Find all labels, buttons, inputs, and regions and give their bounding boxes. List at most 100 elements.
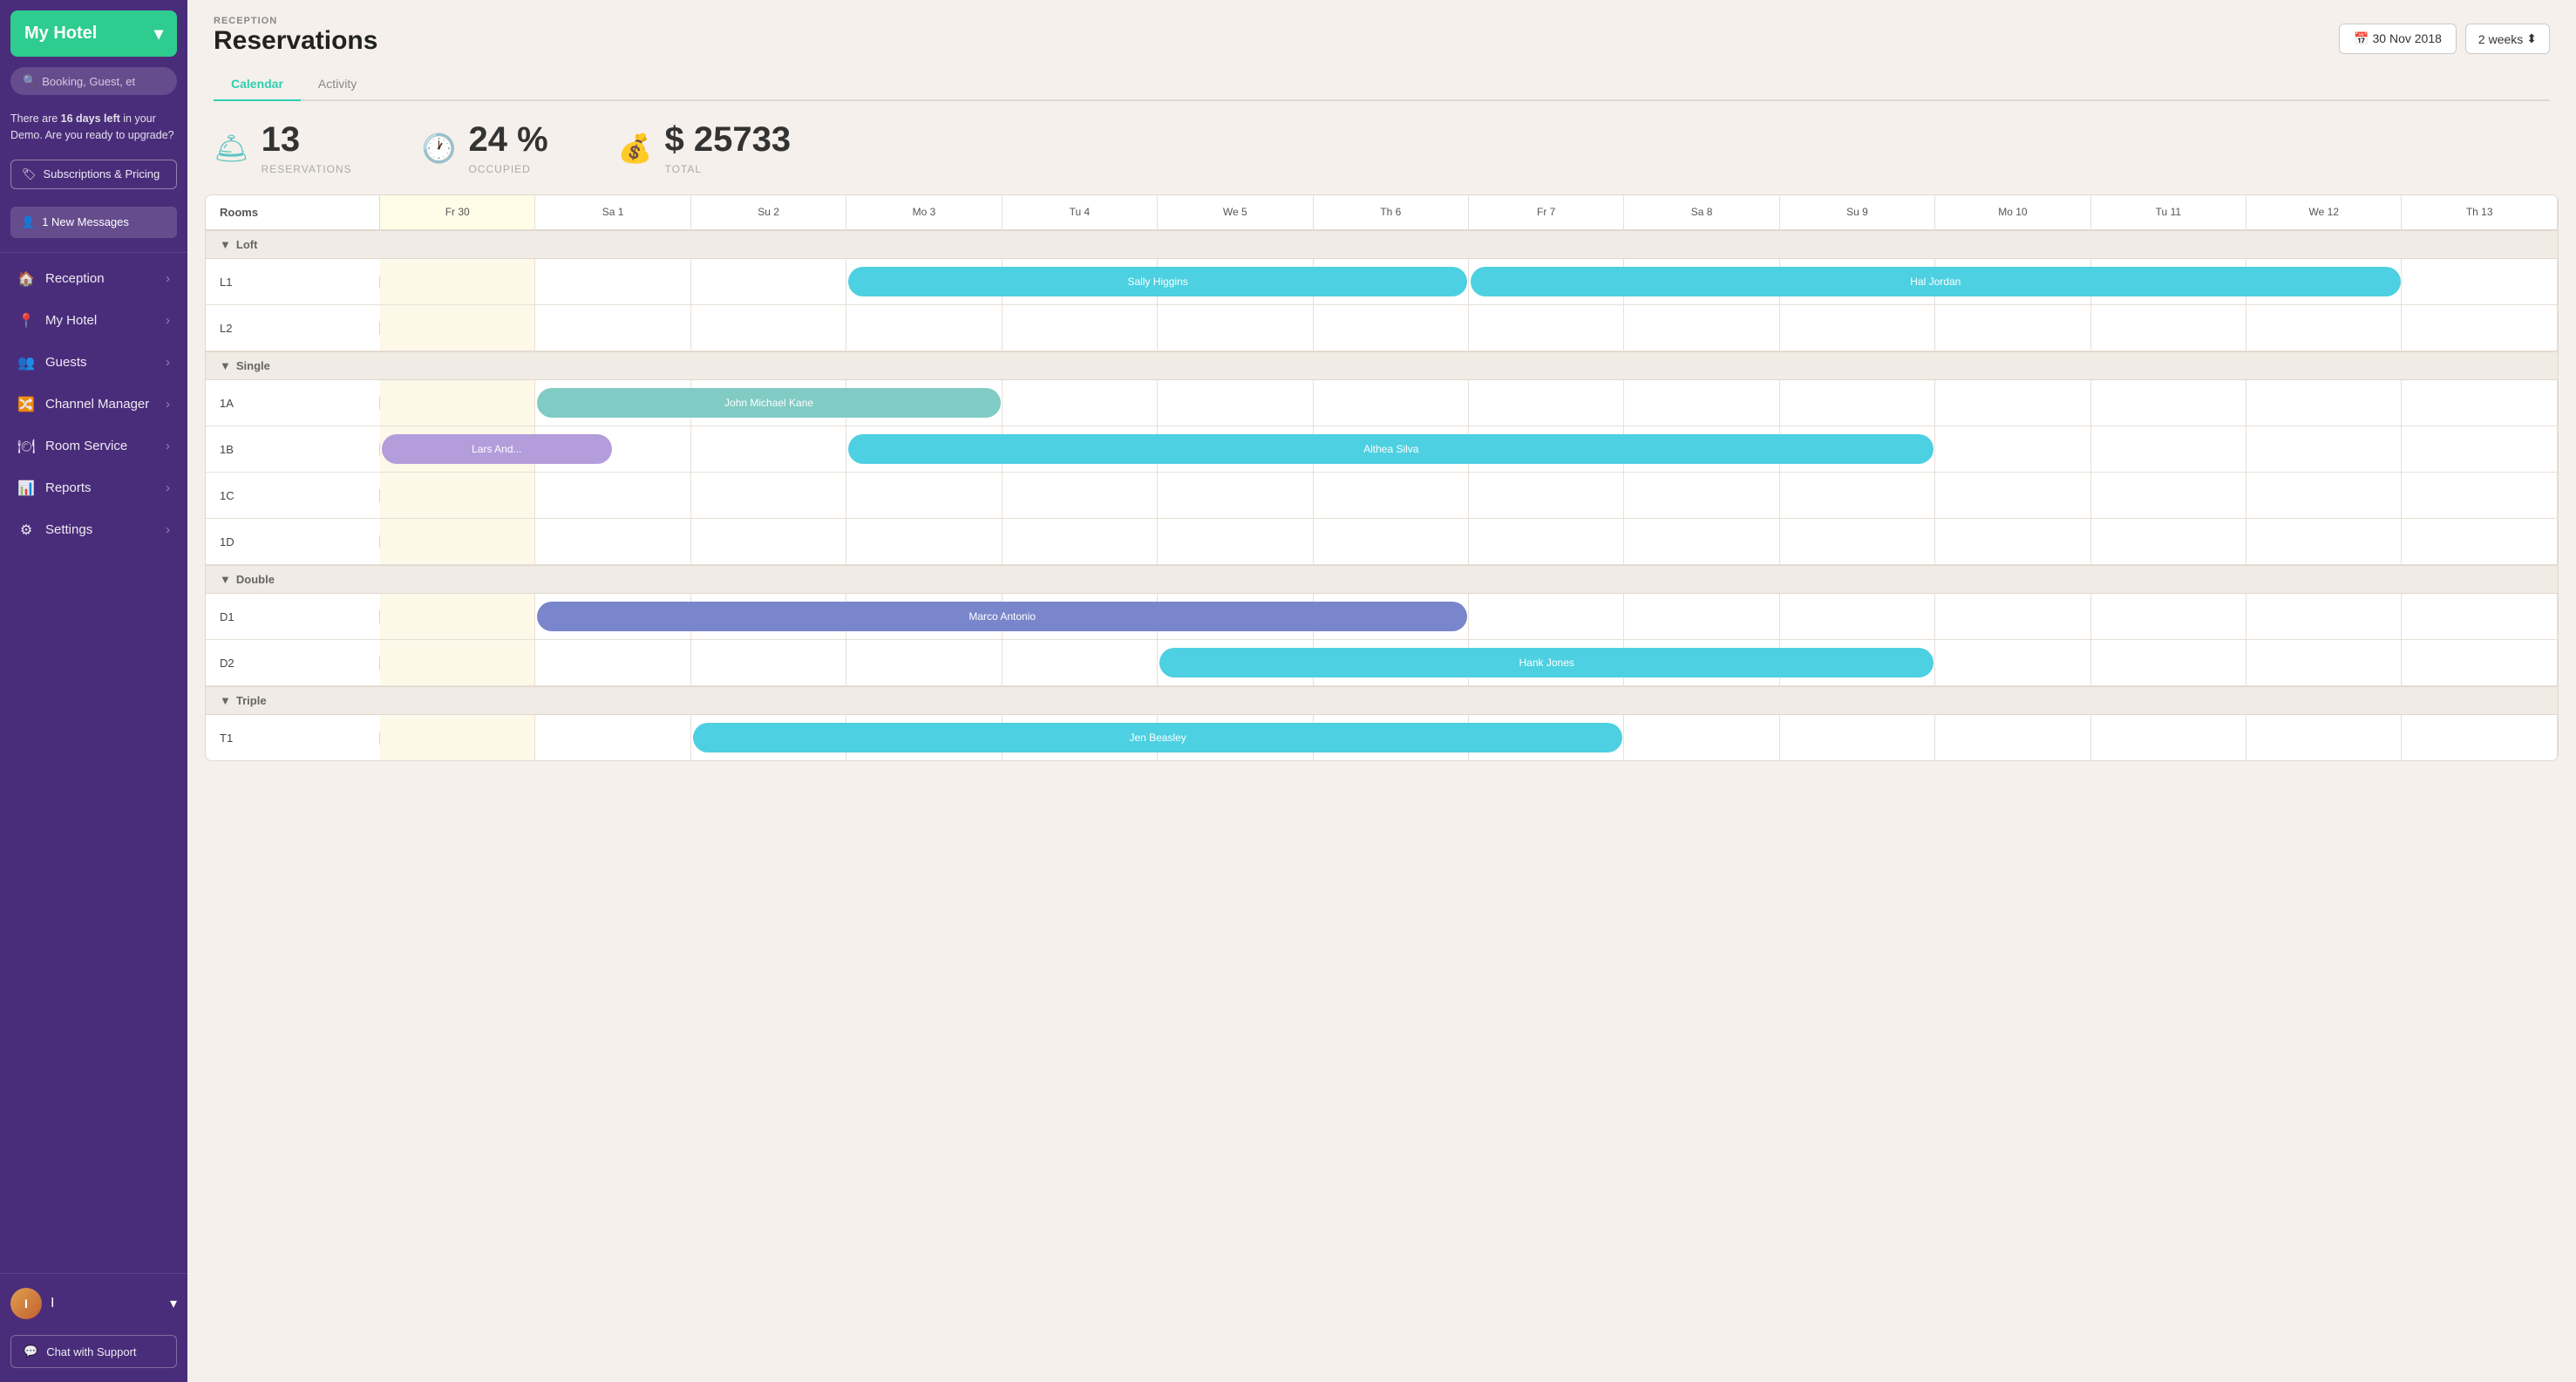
cell-T1-0[interactable] <box>380 715 535 760</box>
cell-L2-8[interactable] <box>1624 305 1779 351</box>
cell-1D-3[interactable] <box>846 519 1002 564</box>
cell-1D-4[interactable] <box>1003 519 1158 564</box>
sidebar-item-settings[interactable]: ⚙ Settings › <box>0 509 187 551</box>
cell-D2-1[interactable] <box>535 640 690 685</box>
sidebar-item-reports[interactable]: 📊 Reports › <box>0 467 187 509</box>
cell-D2-13[interactable] <box>2402 640 2557 685</box>
booking-bar[interactable]: John Michael Kane <box>537 388 1000 418</box>
cell-L2-11[interactable] <box>2091 305 2246 351</box>
cell-D1-10[interactable] <box>1935 594 2090 639</box>
cell-L2-5[interactable] <box>1158 305 1313 351</box>
cell-D1-7[interactable] <box>1469 594 1624 639</box>
cell-L2-1[interactable] <box>535 305 690 351</box>
booking-bar[interactable]: Hal Jordan <box>1471 267 2401 296</box>
cell-1C-2[interactable] <box>691 473 846 518</box>
cell-D1-11[interactable] <box>2091 594 2246 639</box>
cell-D1-0[interactable] <box>380 594 535 639</box>
booking-bar[interactable]: Sally Higgins <box>848 267 1467 296</box>
cell-D2-11[interactable] <box>2091 640 2246 685</box>
cell-1C-4[interactable] <box>1003 473 1158 518</box>
cell-1B-2[interactable] <box>691 426 846 472</box>
cell-1C-10[interactable] <box>1935 473 2090 518</box>
cell-1D-13[interactable] <box>2402 519 2557 564</box>
cell-1C-5[interactable] <box>1158 473 1313 518</box>
cell-1C-13[interactable] <box>2402 473 2557 518</box>
cell-L2-12[interactable] <box>2246 305 2402 351</box>
cell-1B-12[interactable] <box>2246 426 2402 472</box>
cell-D1-9[interactable] <box>1780 594 1935 639</box>
cell-L2-7[interactable] <box>1469 305 1624 351</box>
cell-1C-7[interactable] <box>1469 473 1624 518</box>
cell-1C-9[interactable] <box>1780 473 1935 518</box>
cell-T1-13[interactable] <box>2402 715 2557 760</box>
cell-D2-12[interactable] <box>2246 640 2402 685</box>
cell-1A-10[interactable] <box>1935 380 2090 425</box>
week-selector[interactable]: 2 weeks ⬍ <box>2465 24 2550 54</box>
cell-1C-6[interactable] <box>1314 473 1469 518</box>
cell-L2-3[interactable] <box>846 305 1002 351</box>
cell-L2-13[interactable] <box>2402 305 2557 351</box>
cell-1D-11[interactable] <box>2091 519 2246 564</box>
cell-1A-13[interactable] <box>2402 380 2557 425</box>
cell-L2-0[interactable] <box>380 305 535 351</box>
user-profile[interactable]: I I ▾ <box>0 1279 187 1328</box>
cell-T1-10[interactable] <box>1935 715 2090 760</box>
cell-1A-4[interactable] <box>1003 380 1158 425</box>
cell-L1-2[interactable] <box>691 259 846 304</box>
tab-calendar[interactable]: Calendar <box>214 68 301 101</box>
subscriptions-button[interactable]: 🏷 Subscriptions & Pricing <box>10 160 177 189</box>
search-bar[interactable]: 🔍 Booking, Guest, et <box>10 67 177 95</box>
cell-1A-9[interactable] <box>1780 380 1935 425</box>
cell-1A-7[interactable] <box>1469 380 1624 425</box>
cell-D2-4[interactable] <box>1003 640 1158 685</box>
cell-1D-8[interactable] <box>1624 519 1779 564</box>
booking-bar[interactable]: Jen Beasley <box>693 723 1623 752</box>
date-picker[interactable]: 📅 30 Nov 2018 <box>2339 24 2457 54</box>
cell-D1-13[interactable] <box>2402 594 2557 639</box>
cell-1A-6[interactable] <box>1314 380 1469 425</box>
cell-L2-2[interactable] <box>691 305 846 351</box>
cell-1B-13[interactable] <box>2402 426 2557 472</box>
cell-1D-1[interactable] <box>535 519 690 564</box>
cell-1C-8[interactable] <box>1624 473 1779 518</box>
cell-L2-10[interactable] <box>1935 305 2090 351</box>
cell-T1-12[interactable] <box>2246 715 2402 760</box>
cell-1A-0[interactable] <box>380 380 535 425</box>
cell-1C-12[interactable] <box>2246 473 2402 518</box>
sidebar-item-my-hotel[interactable]: 📍 My Hotel › <box>0 300 187 342</box>
cell-L2-6[interactable] <box>1314 305 1469 351</box>
cell-1D-7[interactable] <box>1469 519 1624 564</box>
booking-bar[interactable]: Marco Antonio <box>537 602 1467 631</box>
cell-1D-0[interactable] <box>380 519 535 564</box>
cell-1C-11[interactable] <box>2091 473 2246 518</box>
sidebar-item-reception[interactable]: 🏠 Reception › <box>0 258 187 300</box>
cell-L1-1[interactable] <box>535 259 690 304</box>
cell-T1-1[interactable] <box>535 715 690 760</box>
hotel-selector[interactable]: My Hotel ▾ <box>10 10 177 57</box>
cell-L1-0[interactable] <box>380 259 535 304</box>
cell-L2-4[interactable] <box>1003 305 1158 351</box>
cell-1A-8[interactable] <box>1624 380 1779 425</box>
cell-1A-5[interactable] <box>1158 380 1313 425</box>
cell-D1-12[interactable] <box>2246 594 2402 639</box>
cell-1A-12[interactable] <box>2246 380 2402 425</box>
sidebar-item-room-service[interactable]: 🍽 Room Service › <box>0 425 187 467</box>
cell-1A-11[interactable] <box>2091 380 2246 425</box>
cell-1C-1[interactable] <box>535 473 690 518</box>
cell-D2-2[interactable] <box>691 640 846 685</box>
tab-activity[interactable]: Activity <box>301 68 374 101</box>
cell-T1-9[interactable] <box>1780 715 1935 760</box>
cell-1D-9[interactable] <box>1780 519 1935 564</box>
cell-1D-6[interactable] <box>1314 519 1469 564</box>
chat-support-button[interactable]: 💬 Chat with Support <box>10 1335 177 1368</box>
cell-D2-0[interactable] <box>380 640 535 685</box>
cell-L1-13[interactable] <box>2402 259 2557 304</box>
booking-bar[interactable]: Hank Jones <box>1159 648 1934 677</box>
cell-1D-2[interactable] <box>691 519 846 564</box>
cell-D2-10[interactable] <box>1935 640 2090 685</box>
cell-1D-5[interactable] <box>1158 519 1313 564</box>
cell-1D-10[interactable] <box>1935 519 2090 564</box>
cell-T1-8[interactable] <box>1624 715 1779 760</box>
cell-1B-10[interactable] <box>1935 426 2090 472</box>
cell-D1-8[interactable] <box>1624 594 1779 639</box>
